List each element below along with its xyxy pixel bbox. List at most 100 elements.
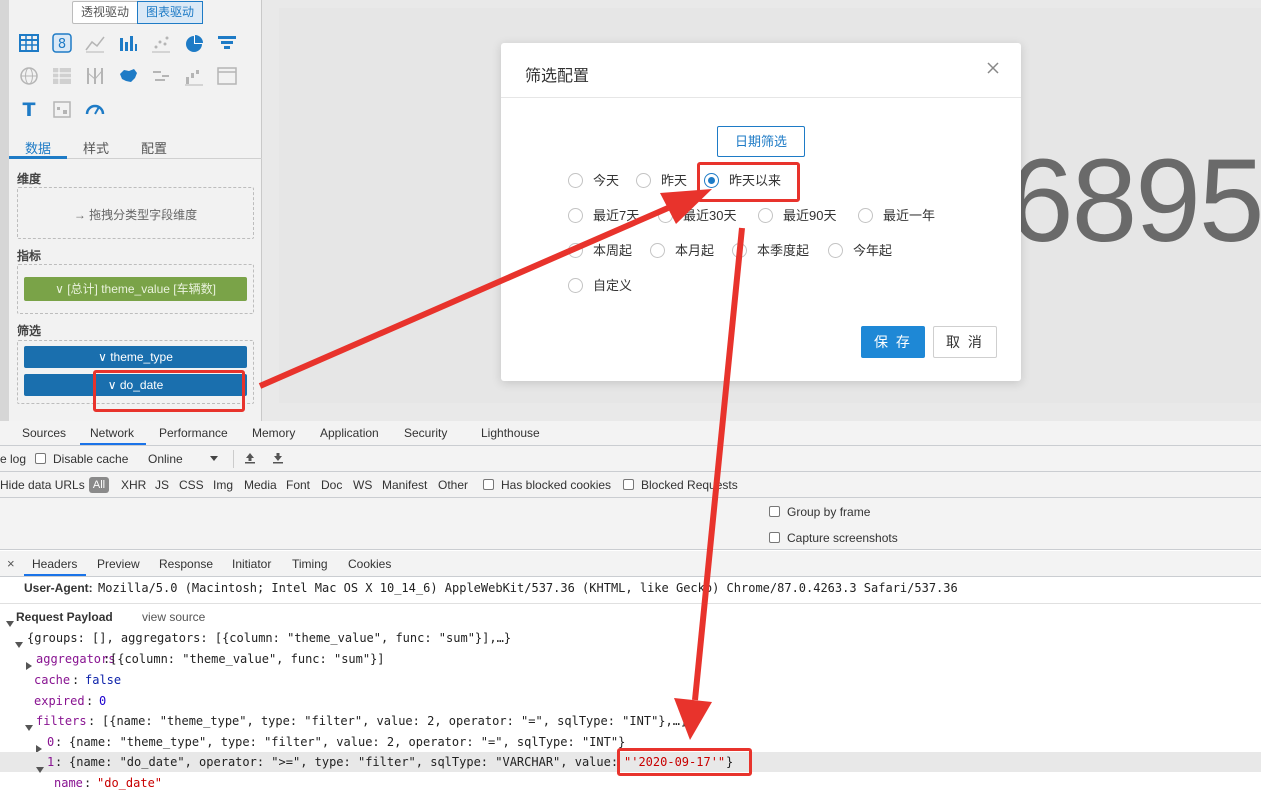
tab-preview[interactable]: Preview <box>97 557 140 571</box>
colon: : <box>55 735 63 749</box>
payload-label: Request Payload <box>16 610 113 624</box>
payload-key: 0 <box>47 735 55 749</box>
radio-label: 最近7天 <box>593 208 640 223</box>
capture-screenshots-checkbox[interactable] <box>769 532 780 543</box>
payload-value: [{name: "theme_type", type: "filter", va… <box>102 714 688 728</box>
radio-label: 今年起 <box>853 243 893 258</box>
chart-mode-button[interactable]: 图表驱动 <box>137 1 204 24</box>
tab-memory[interactable]: Memory <box>252 426 295 440</box>
chevron-down-icon[interactable] <box>210 456 218 461</box>
pie-chart-icon[interactable] <box>183 32 205 54</box>
tab-lighthouse[interactable]: Lighthouse <box>481 426 540 440</box>
metric-label: 指标 <box>17 249 42 263</box>
driver-mode-toggle[interactable]: 透视驱动 图表驱动 <box>72 1 204 24</box>
wordcloud-chart-icon[interactable] <box>150 65 172 87</box>
save-button[interactable]: 保 存 <box>861 326 925 358</box>
tab-config[interactable]: 配置 <box>141 138 167 157</box>
filter-media[interactable]: Media <box>244 478 277 492</box>
blocked-requests-checkbox[interactable] <box>623 479 634 490</box>
scatter-chart-icon[interactable] <box>150 32 172 54</box>
radio-circle[interactable] <box>568 208 583 223</box>
tab-response[interactable]: Response <box>159 557 213 571</box>
tab-cookies[interactable]: Cookies <box>348 557 391 571</box>
tab-initiator[interactable]: Initiator <box>232 557 271 571</box>
chart-config-panel: 透视驱动 图表驱动 8 T 数据 样式 配置 维度 → 拖拽分类型字段维度 指标… <box>0 0 262 421</box>
radio-circle[interactable] <box>650 243 665 258</box>
radio-label: 今天 <box>593 173 620 188</box>
bar-chart-icon[interactable] <box>117 32 139 54</box>
pivot-table-icon[interactable] <box>51 65 73 87</box>
radio-circle[interactable] <box>568 173 583 188</box>
filter-img[interactable]: Img <box>213 478 233 492</box>
section-divider <box>0 603 1261 604</box>
pivot-mode-button[interactable]: 透视驱动 <box>73 2 137 23</box>
radio-circle[interactable] <box>568 278 583 293</box>
group-by-frame-checkbox[interactable] <box>769 506 780 517</box>
has-blocked-cookies-checkbox[interactable] <box>483 479 494 490</box>
filter-js[interactable]: JS <box>155 478 169 492</box>
table-chart-icon[interactable] <box>18 32 40 54</box>
scorecard-chart-icon[interactable]: 8 <box>51 32 73 54</box>
iframe-chart-icon[interactable] <box>216 65 238 87</box>
colon: : <box>103 652 111 666</box>
text-chart-icon[interactable]: T <box>18 98 40 120</box>
waterfall-chart-icon[interactable] <box>183 65 205 87</box>
filter-ws[interactable]: WS <box>353 478 372 492</box>
cancel-button[interactable]: 取 消 <box>933 326 997 358</box>
payload-filters-row[interactable]: filters : [{name: "theme_type", type: "f… <box>0 711 1261 731</box>
filter-css[interactable]: CSS <box>179 478 204 492</box>
radio-circle[interactable] <box>828 243 843 258</box>
radio-circle[interactable] <box>758 208 773 223</box>
line-chart-icon[interactable] <box>84 32 106 54</box>
tab-data[interactable]: 数据 <box>25 138 51 157</box>
filter-manifest[interactable]: Manifest <box>382 478 427 492</box>
preserve-log-label: e log <box>0 452 27 466</box>
gauge-chart-icon[interactable] <box>84 98 106 120</box>
tab-timing[interactable]: Timing <box>292 557 328 571</box>
disable-cache-checkbox[interactable] <box>35 453 46 464</box>
radio-circle[interactable] <box>732 243 747 258</box>
view-source-link[interactable]: view source <box>142 607 205 627</box>
download-icon[interactable] <box>271 451 285 465</box>
globe-chart-icon[interactable] <box>18 65 40 87</box>
radio-circle[interactable] <box>636 173 651 188</box>
radio-circle[interactable] <box>568 243 583 258</box>
tab-headers[interactable]: Headers <box>32 557 77 571</box>
radio-circle[interactable] <box>858 208 873 223</box>
tab-style[interactable]: 样式 <box>83 138 109 157</box>
blocked-requests-label: Blocked Requests <box>641 478 738 492</box>
tab-performance[interactable]: Performance <box>159 426 228 440</box>
tab-network[interactable]: Network <box>90 426 134 440</box>
filter-xhr[interactable]: XHR <box>121 478 146 492</box>
payload-value: false <box>85 673 122 687</box>
map-chart-icon[interactable] <box>117 65 139 87</box>
payload-root-row[interactable]: {groups: [], aggregators: [{column: "the… <box>0 628 1261 648</box>
filter-font[interactable]: Font <box>286 478 310 492</box>
date-filter-button[interactable]: 日期筛选 <box>717 126 805 157</box>
user-agent-row: User-Agent: Mozilla/5.0 (Macintosh; Inte… <box>0 578 1261 598</box>
funnel-chart-icon[interactable] <box>216 32 238 54</box>
active-tab-indicator <box>80 443 146 445</box>
filter-all-button[interactable]: All <box>89 477 109 493</box>
close-icon[interactable]: × <box>7 556 15 571</box>
colon: : <box>86 694 94 708</box>
radio-circle[interactable] <box>658 208 673 223</box>
filter-other[interactable]: Other <box>438 478 468 492</box>
tab-security[interactable]: Security <box>404 426 447 440</box>
dimension-drop-zone[interactable]: → 拖拽分类型字段维度 <box>17 187 254 239</box>
tab-application[interactable]: Application <box>320 426 379 440</box>
colon: : <box>72 673 80 687</box>
payload-value: {name: "theme_type", type: "filter", val… <box>69 735 626 749</box>
upload-icon[interactable] <box>243 451 257 465</box>
svg-text:T: T <box>23 99 36 120</box>
filter-doc[interactable]: Doc <box>321 478 342 492</box>
filter-pill-theme-type[interactable]: ∨ theme_type <box>24 346 247 368</box>
parallel-chart-icon[interactable] <box>84 65 106 87</box>
metric-field-pill[interactable]: ∨ [总计] theme_value [车辆数] <box>24 277 247 301</box>
calendar-chart-icon[interactable] <box>51 98 73 120</box>
throttle-select[interactable]: Online <box>148 452 183 466</box>
payload-aggregators-row[interactable]: aggregators [{column: "theme_value", fun… <box>0 649 1261 670</box>
tab-sources[interactable]: Sources <box>22 426 66 440</box>
request-payload-header[interactable]: Request Payload view source <box>0 607 1261 627</box>
close-icon[interactable] <box>985 60 1001 76</box>
